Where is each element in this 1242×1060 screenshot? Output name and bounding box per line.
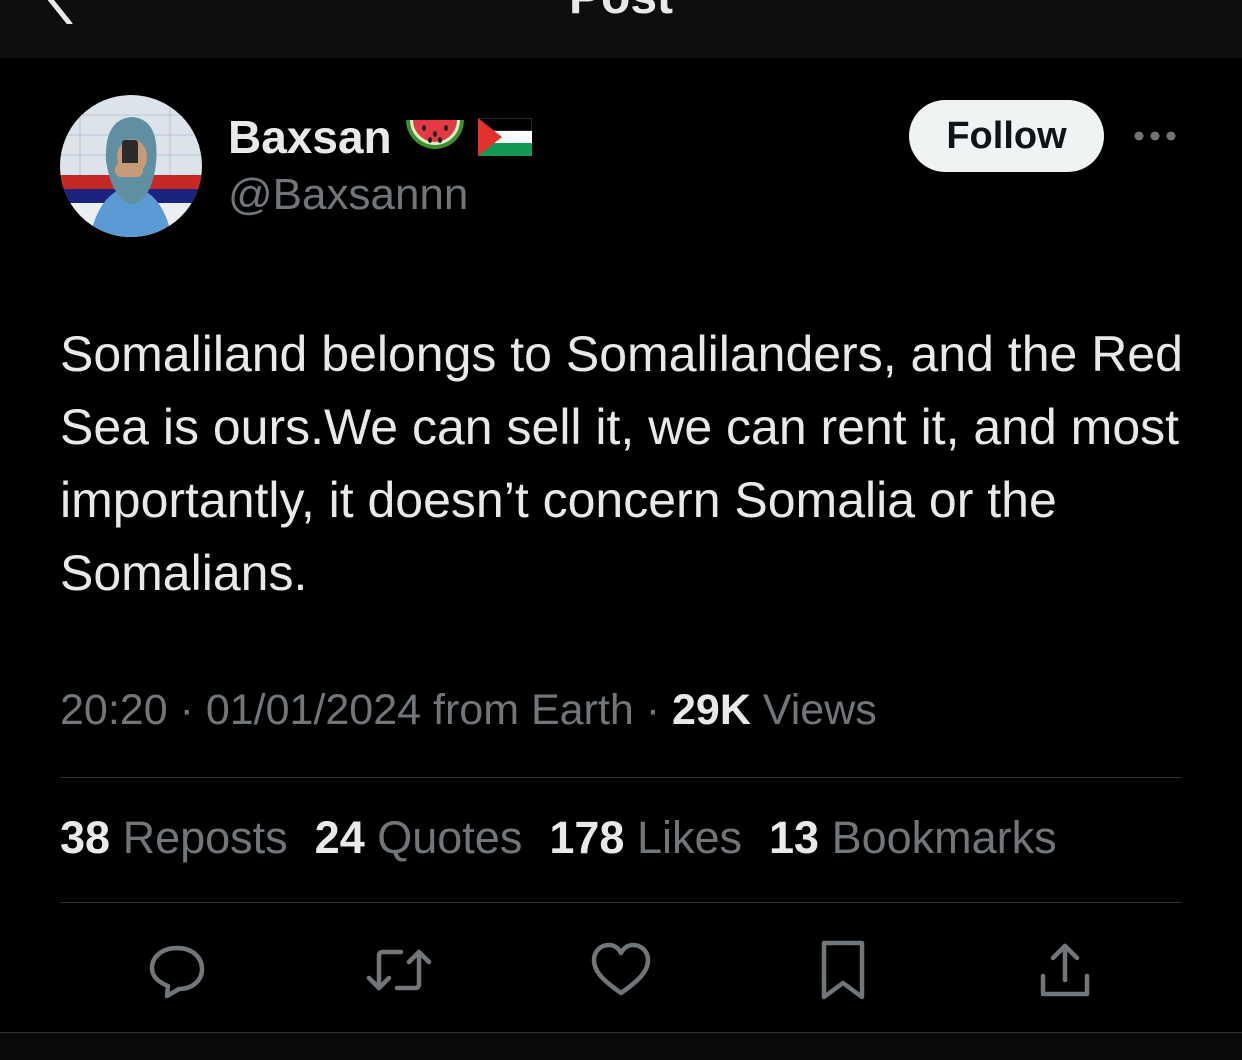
views-count: 29K <box>671 686 751 734</box>
bookmark-button[interactable] <box>808 935 878 1005</box>
avatar[interactable] <box>60 95 202 237</box>
follow-button[interactable]: Follow <box>909 100 1104 172</box>
bookmarks-stat[interactable]: 13 Bookmarks <box>769 812 1057 864</box>
repost-icon <box>366 949 432 991</box>
like-button[interactable] <box>586 935 656 1005</box>
engagement-stats: 38 Reposts 24 Quotes 178 Likes 13 Bookma… <box>60 812 1057 864</box>
share-button[interactable] <box>1030 935 1100 1005</box>
top-bar: Post <box>0 0 1242 58</box>
stat-count: 13 <box>769 812 820 863</box>
bottom-bar <box>0 1032 1242 1060</box>
repost-button[interactable] <box>364 935 434 1005</box>
bookmark-icon <box>821 940 865 1000</box>
reply-icon <box>149 945 205 999</box>
meta-separator: · <box>179 686 194 734</box>
post-text: Somaliland belongs to Somalilanders, and… <box>60 326 1183 601</box>
views-label: Views <box>762 686 877 734</box>
stat-count: 38 <box>60 812 111 863</box>
like-icon <box>591 942 651 996</box>
stat-label: Bookmarks <box>831 812 1057 863</box>
stat-label: Likes <box>636 812 743 863</box>
user-handle[interactable]: @Baxsannn <box>228 170 468 220</box>
display-name[interactable]: Baxsan <box>228 110 532 164</box>
more-options-icon[interactable] <box>1130 124 1180 148</box>
display-name-text: Baxsan <box>228 111 392 163</box>
stat-count: 24 <box>314 812 365 863</box>
meta-separator: · <box>645 686 661 734</box>
palestine-flag-icon <box>477 118 532 156</box>
reposts-stat[interactable]: 38 Reposts <box>60 812 288 864</box>
post-meta: 20:20 · 01/01/2024 from Earth · 29K View… <box>60 686 877 735</box>
likes-stat[interactable]: 178 Likes <box>549 812 742 864</box>
stat-label: Quotes <box>377 812 523 863</box>
post-date[interactable]: 01/01/2024 <box>206 686 421 734</box>
avatar-image <box>60 95 202 237</box>
divider <box>60 777 1182 778</box>
stat-label: Reposts <box>122 812 288 863</box>
action-bar <box>0 935 1242 1005</box>
post-time[interactable]: 20:20 <box>60 686 168 734</box>
page-title: Post <box>0 0 1242 25</box>
divider <box>60 902 1182 903</box>
post-source: from Earth <box>433 686 634 734</box>
quotes-stat[interactable]: 24 Quotes <box>315 812 523 864</box>
stat-count: 178 <box>549 812 625 863</box>
reply-button[interactable] <box>142 935 212 1005</box>
watermelon-emoji-icon <box>405 120 464 149</box>
share-icon <box>1040 943 1090 997</box>
